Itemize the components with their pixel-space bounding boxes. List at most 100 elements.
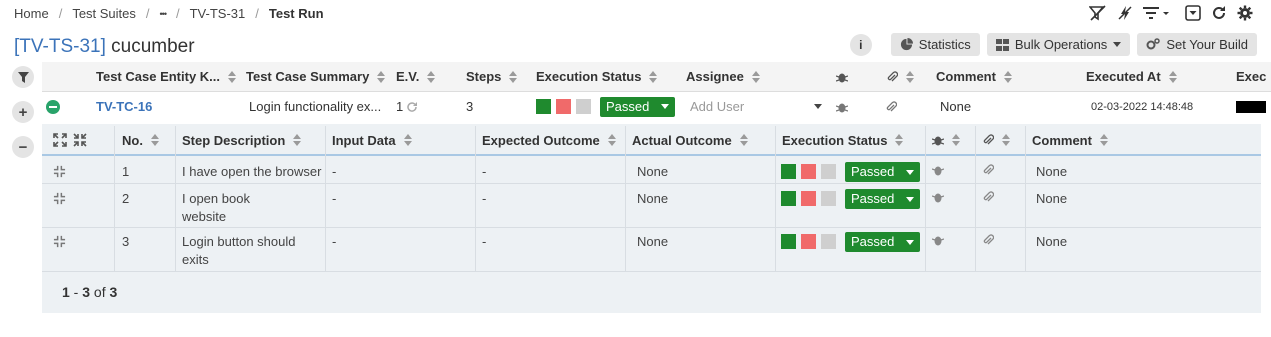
col-header-executed-at[interactable]: Executed At: [1086, 62, 1177, 91]
fail-quick-button[interactable]: [556, 99, 571, 114]
col-header-comment[interactable]: Comment: [936, 62, 1012, 91]
step-comment[interactable]: None: [1036, 228, 1067, 271]
collapse-box-icon[interactable]: [1185, 5, 1201, 21]
step-actual-outcome[interactable]: None: [637, 185, 668, 227]
attachments-button[interactable]: [885, 93, 897, 120]
sort-icon[interactable]: [1168, 70, 1177, 83]
chevron-down-icon[interactable]: [814, 104, 822, 109]
refresh-icon[interactable]: [1211, 5, 1227, 21]
pass-quick-button[interactable]: [781, 191, 796, 206]
step-defects-button[interactable]: [931, 185, 945, 227]
defects-button[interactable]: [836, 93, 848, 120]
bug-icon: [931, 236, 945, 246]
col-header-defects[interactable]: [836, 62, 848, 91]
step-defects-button[interactable]: [931, 228, 945, 271]
sort-icon[interactable]: [649, 70, 658, 83]
step-input-data[interactable]: -: [332, 158, 336, 183]
bulk-operations-button[interactable]: Bulk Operations: [986, 33, 1131, 56]
statistics-button[interactable]: Statistics: [890, 33, 980, 56]
paperclip-icon: [983, 164, 995, 175]
collapse-row-button[interactable]: [46, 93, 60, 120]
execution-status-dropdown[interactable]: Passed: [600, 96, 676, 117]
step-comment[interactable]: None: [1036, 185, 1067, 227]
sync-icon[interactable]: [406, 101, 418, 113]
step-status-dropdown[interactable]: Passed: [845, 162, 921, 182]
col-header-attachments[interactable]: [886, 62, 914, 91]
fail-quick-button[interactable]: [801, 191, 816, 206]
step-row: 1 I have open the browser - - None Passe…: [42, 158, 1261, 184]
breadcrumb-ellipsis[interactable]: •••: [160, 9, 168, 19]
step-comment[interactable]: None: [1036, 158, 1067, 183]
step-description[interactable]: I have open the browser: [182, 158, 324, 183]
pass-quick-button[interactable]: [536, 99, 551, 114]
step-actual-outcome[interactable]: None: [637, 228, 668, 271]
pass-quick-button[interactable]: [781, 234, 796, 249]
step-attachments-button[interactable]: [982, 158, 995, 183]
col-header-key[interactable]: Test Case Entity K...: [96, 62, 237, 91]
assignee-field[interactable]: Add User: [690, 93, 822, 120]
clear-filter-icon[interactable]: [1089, 5, 1107, 21]
test-case-key-link[interactable]: TV-TC-16: [96, 93, 152, 120]
sort-icon[interactable]: [906, 70, 914, 83]
pager-to: 3: [82, 284, 91, 300]
step-expand-handle[interactable]: [53, 185, 66, 227]
step-input-data[interactable]: -: [332, 185, 336, 227]
breadcrumb-parent[interactable]: TV-TS-31: [190, 6, 246, 21]
col-header-assignee[interactable]: Assignee: [686, 62, 760, 91]
disable-flash-icon[interactable]: [1117, 5, 1133, 21]
step-description[interactable]: I open book website: [182, 185, 324, 227]
sort-icon[interactable]: [509, 70, 518, 83]
col-header-ev[interactable]: E.V.: [396, 62, 436, 91]
step-attachments-button[interactable]: [982, 185, 995, 227]
filter-list-icon[interactable]: [1143, 6, 1169, 20]
breadcrumb-separator: /: [145, 6, 150, 21]
test-suite-key[interactable]: [TV-TS-31]: [14, 36, 106, 57]
sort-icon[interactable]: [751, 70, 760, 83]
breadcrumb-home[interactable]: Home: [14, 6, 49, 21]
step-expand-handle[interactable]: [53, 228, 66, 271]
sort-icon[interactable]: [427, 70, 436, 83]
col-header-summary[interactable]: Test Case Summary: [246, 62, 386, 91]
step-input-data[interactable]: -: [332, 228, 336, 271]
paperclip-icon: [983, 234, 995, 245]
comment-value[interactable]: None: [940, 93, 971, 120]
step-defects-button[interactable]: [931, 158, 945, 183]
action-bar: i Statistics Bulk Operations Set Your Bu…: [849, 33, 1257, 56]
fail-quick-button[interactable]: [801, 164, 816, 179]
step-expected-outcome[interactable]: -: [482, 158, 486, 183]
set-build-button[interactable]: Set Your Build: [1137, 33, 1257, 56]
fail-quick-button[interactable]: [801, 234, 816, 249]
sort-icon[interactable]: [1003, 70, 1012, 83]
col-header-execution-status[interactable]: Execution Status: [536, 62, 658, 91]
step-description[interactable]: Login button should exits: [182, 228, 324, 271]
sort-icon[interactable]: [377, 70, 386, 83]
chevron-down-icon: [906, 169, 915, 175]
executed-by-value: [1236, 93, 1266, 120]
breadcrumb-test-suites[interactable]: Test Suites: [72, 6, 136, 21]
not-executed-quick-button[interactable]: [821, 191, 836, 206]
step-expected-outcome[interactable]: -: [482, 185, 486, 227]
sort-icon[interactable]: [228, 70, 237, 83]
not-executed-quick-button[interactable]: [821, 234, 836, 249]
info-button[interactable]: i: [849, 33, 872, 56]
pie-chart-icon: [900, 38, 913, 51]
not-executed-quick-button[interactable]: [821, 164, 836, 179]
step-row: 2 I open book website - - None Passed Non…: [42, 185, 1261, 228]
collapse-all-button[interactable]: −: [12, 136, 34, 158]
steps-panel: No. Step Description Input Data Expected…: [42, 124, 1261, 313]
step-status-value: Passed: [851, 191, 895, 206]
not-executed-quick-button[interactable]: [576, 99, 591, 114]
col-header-steps[interactable]: Steps: [466, 62, 518, 91]
step-status-dropdown[interactable]: Passed: [845, 189, 921, 209]
expand-all-button[interactable]: +: [12, 101, 34, 123]
step-actual-outcome[interactable]: None: [637, 158, 668, 183]
col-header-executed-by[interactable]: Exec: [1236, 62, 1266, 91]
gear-icon[interactable]: [1237, 5, 1253, 21]
step-expand-handle[interactable]: [53, 158, 66, 183]
step-attachments-button[interactable]: [982, 228, 995, 271]
filter-button[interactable]: [12, 66, 34, 88]
step-expected-outcome[interactable]: -: [482, 228, 486, 271]
pass-quick-button[interactable]: [781, 164, 796, 179]
step-status-dropdown[interactable]: Passed: [845, 232, 921, 252]
pager-dash: -: [69, 284, 83, 300]
